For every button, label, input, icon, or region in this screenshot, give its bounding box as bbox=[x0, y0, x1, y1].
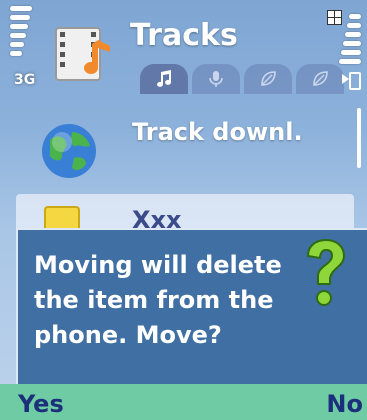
dialog-message: Moving will delete the item from the pho… bbox=[34, 251, 282, 349]
tab-scroll-arrow-icon bbox=[342, 74, 349, 84]
small-battery-icon bbox=[349, 72, 361, 90]
globe-icon bbox=[42, 124, 96, 178]
track-list: Track downl. Xxx bbox=[16, 104, 354, 254]
tab-other[interactable] bbox=[296, 64, 344, 94]
scrollbar[interactable] bbox=[357, 108, 361, 168]
yes-softkey[interactable]: Yes bbox=[18, 390, 64, 418]
battery-icon bbox=[339, 14, 361, 68]
tab-recordings[interactable] bbox=[192, 64, 240, 94]
tab-podcasts[interactable] bbox=[244, 64, 292, 94]
status-bar: 3G Tracks bbox=[0, 0, 367, 100]
confirmation-dialog: Moving will delete the item from the pho… bbox=[16, 228, 367, 384]
music-film-icon bbox=[55, 27, 110, 81]
list-item-label: Track downl. bbox=[132, 118, 303, 146]
music-note-icon bbox=[157, 70, 172, 87]
page-title: Tracks bbox=[130, 18, 238, 53]
tab-bar bbox=[140, 64, 348, 94]
microphone-icon bbox=[209, 71, 223, 87]
leaf-icon bbox=[313, 71, 328, 86]
leaf-icon bbox=[261, 71, 276, 86]
signal-strength-icon bbox=[10, 6, 32, 60]
question-mark-icon bbox=[306, 238, 346, 306]
list-item[interactable]: Track downl. bbox=[16, 104, 354, 184]
softkey-bar: Yes No bbox=[0, 384, 367, 420]
tab-music[interactable] bbox=[140, 64, 188, 94]
no-softkey[interactable]: No bbox=[326, 390, 363, 418]
network-type-label: 3G bbox=[14, 72, 36, 88]
